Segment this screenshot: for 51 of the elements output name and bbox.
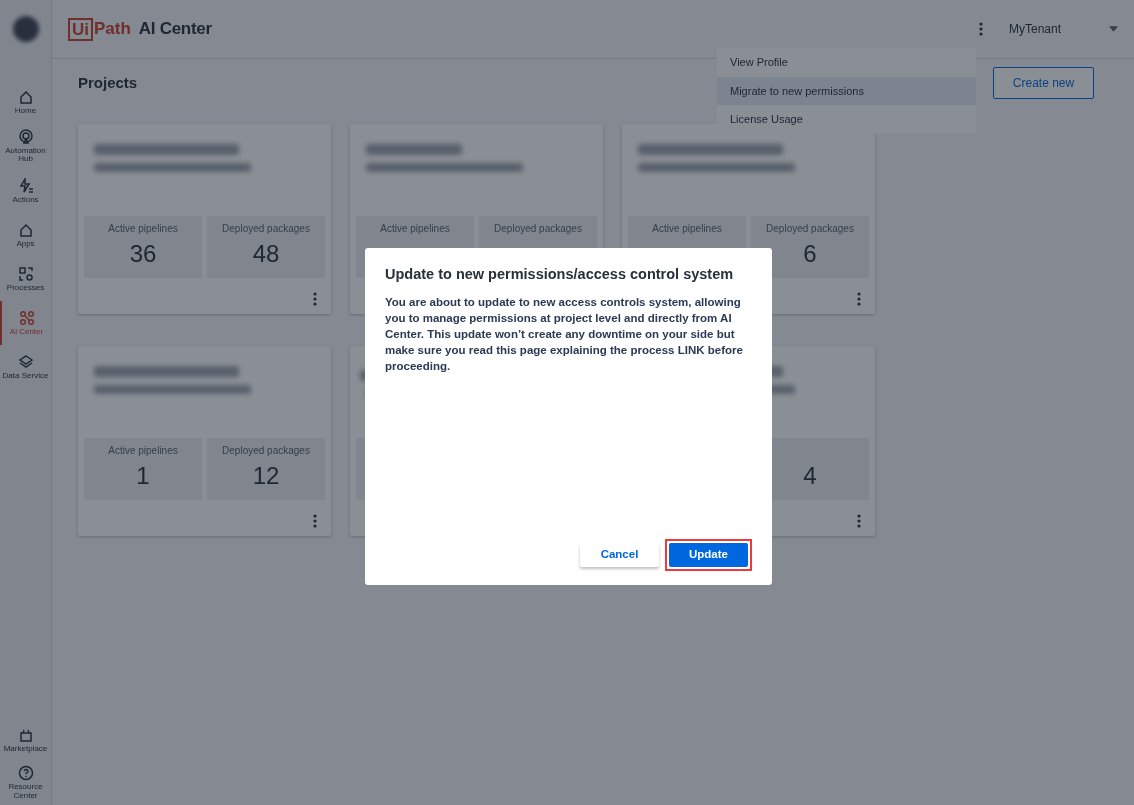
more-icon[interactable] xyxy=(979,22,983,36)
lightning-icon xyxy=(17,177,34,194)
home-icon xyxy=(17,88,34,105)
stat-label: Active pipelines xyxy=(107,222,179,236)
logo-mark: Ui xyxy=(68,17,93,41)
stat-value: 48 xyxy=(252,239,280,269)
sidebar-item[interactable]: Marketplace xyxy=(0,720,51,761)
stat-label: Deployed packages xyxy=(221,222,311,236)
sidebar-item[interactable]: Home xyxy=(0,80,51,124)
sidebar-item[interactable]: Processes xyxy=(0,256,51,301)
sidebar-item[interactable]: Ai Center xyxy=(0,300,51,345)
stat-label: Active pipelines xyxy=(651,222,723,236)
menu-item[interactable]: Migrate to new permissions xyxy=(717,76,976,105)
stat-value: 12 xyxy=(252,461,280,491)
sidebar-item[interactable]: Actions xyxy=(0,168,51,213)
caret-icon[interactable] xyxy=(1109,26,1118,32)
grid-icon xyxy=(17,265,34,282)
more-icon[interactable] xyxy=(857,292,861,306)
network-icon xyxy=(18,309,35,326)
basket-icon xyxy=(17,727,34,743)
page-title: Projects xyxy=(78,74,138,92)
layers-icon xyxy=(17,353,34,370)
tenant-selector[interactable]: MyTenant xyxy=(1009,20,1109,38)
home-icon xyxy=(17,221,34,238)
product-name: AI Center xyxy=(138,18,212,41)
help-icon xyxy=(17,765,34,782)
stat-label: Active pipelines xyxy=(107,444,179,458)
stat-label: Deployed packages xyxy=(221,444,311,458)
stat-label: Deployed packages xyxy=(765,222,855,236)
update-button[interactable]: Update xyxy=(669,543,748,567)
stat-label: Active pipelines xyxy=(379,222,451,236)
create-new-button[interactable]: Create new xyxy=(993,67,1094,99)
sidebar-item[interactable]: Automation Hub xyxy=(0,124,51,169)
more-icon[interactable] xyxy=(313,514,317,528)
avatar-circle[interactable] xyxy=(12,16,39,42)
stat-value: 4 xyxy=(803,461,817,491)
project-card[interactable]: Active pipelines 36 Deployed packages 48 xyxy=(78,124,331,314)
stat-value: 1 xyxy=(136,461,150,491)
radar-icon xyxy=(17,129,34,145)
logo-text: Path xyxy=(94,18,131,41)
stat-value: 36 xyxy=(129,239,157,269)
project-card[interactable]: Active pipelines 1 Deployed packages 12 xyxy=(78,346,331,536)
stat-value: 6 xyxy=(803,239,817,269)
stat-label: Deployed packages xyxy=(493,222,583,236)
sidebar-item[interactable]: Apps xyxy=(0,212,51,257)
sidebar-item[interactable]: Resource Center xyxy=(0,760,51,805)
sidebar-item[interactable]: Data Service xyxy=(0,344,51,389)
cancel-button[interactable]: Cancel xyxy=(580,543,659,567)
more-icon[interactable] xyxy=(313,292,317,306)
more-icon[interactable] xyxy=(857,514,861,528)
menu-item[interactable]: View Profile xyxy=(717,48,976,77)
